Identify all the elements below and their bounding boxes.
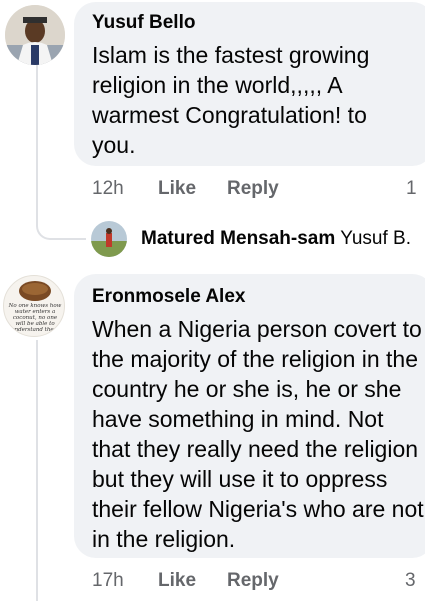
like-button[interactable]: Like [158, 570, 196, 592]
reply-preview[interactable]: Matured Mensah-sam Yusuf B. [141, 228, 411, 250]
reply-button[interactable]: Reply [227, 570, 279, 592]
like-button[interactable]: Like [158, 178, 196, 200]
comment-text: Islam is the fastest growing religion in… [92, 42, 370, 158]
comment-author[interactable]: Yusuf Bello [92, 12, 418, 34]
avatar[interactable]: No one knows how water enters a coconut,… [3, 275, 65, 337]
user-photo-icon [91, 221, 127, 257]
reply-author[interactable]: Matured Mensah-sam [141, 228, 335, 249]
thread-line-curve [36, 222, 86, 240]
avatar[interactable] [5, 5, 65, 65]
user-photo-icon [5, 5, 65, 65]
avatar-caption: No one knows how water enters a coconut,… [8, 303, 62, 333]
thread-line [36, 340, 38, 601]
comment-time[interactable]: 12h [92, 178, 124, 200]
comment-bubble[interactable]: Eronmosele Alex When a Nigeria person co… [74, 274, 425, 558]
comment-text: When a Nigeria person covert to the majo… [92, 316, 424, 552]
comment-time[interactable]: 17h [92, 570, 124, 592]
avatar[interactable] [91, 221, 127, 257]
reaction-count[interactable]: 3 [405, 570, 416, 592]
thread-line [36, 64, 38, 224]
comment-author[interactable]: Eronmosele Alex [92, 286, 425, 308]
comment-bubble[interactable]: Yusuf Bello Islam is the fastest growing… [74, 2, 425, 166]
reply-text: Yusuf B. [340, 228, 411, 249]
reaction-count[interactable]: 1 [406, 178, 417, 200]
reply-button[interactable]: Reply [227, 178, 279, 200]
